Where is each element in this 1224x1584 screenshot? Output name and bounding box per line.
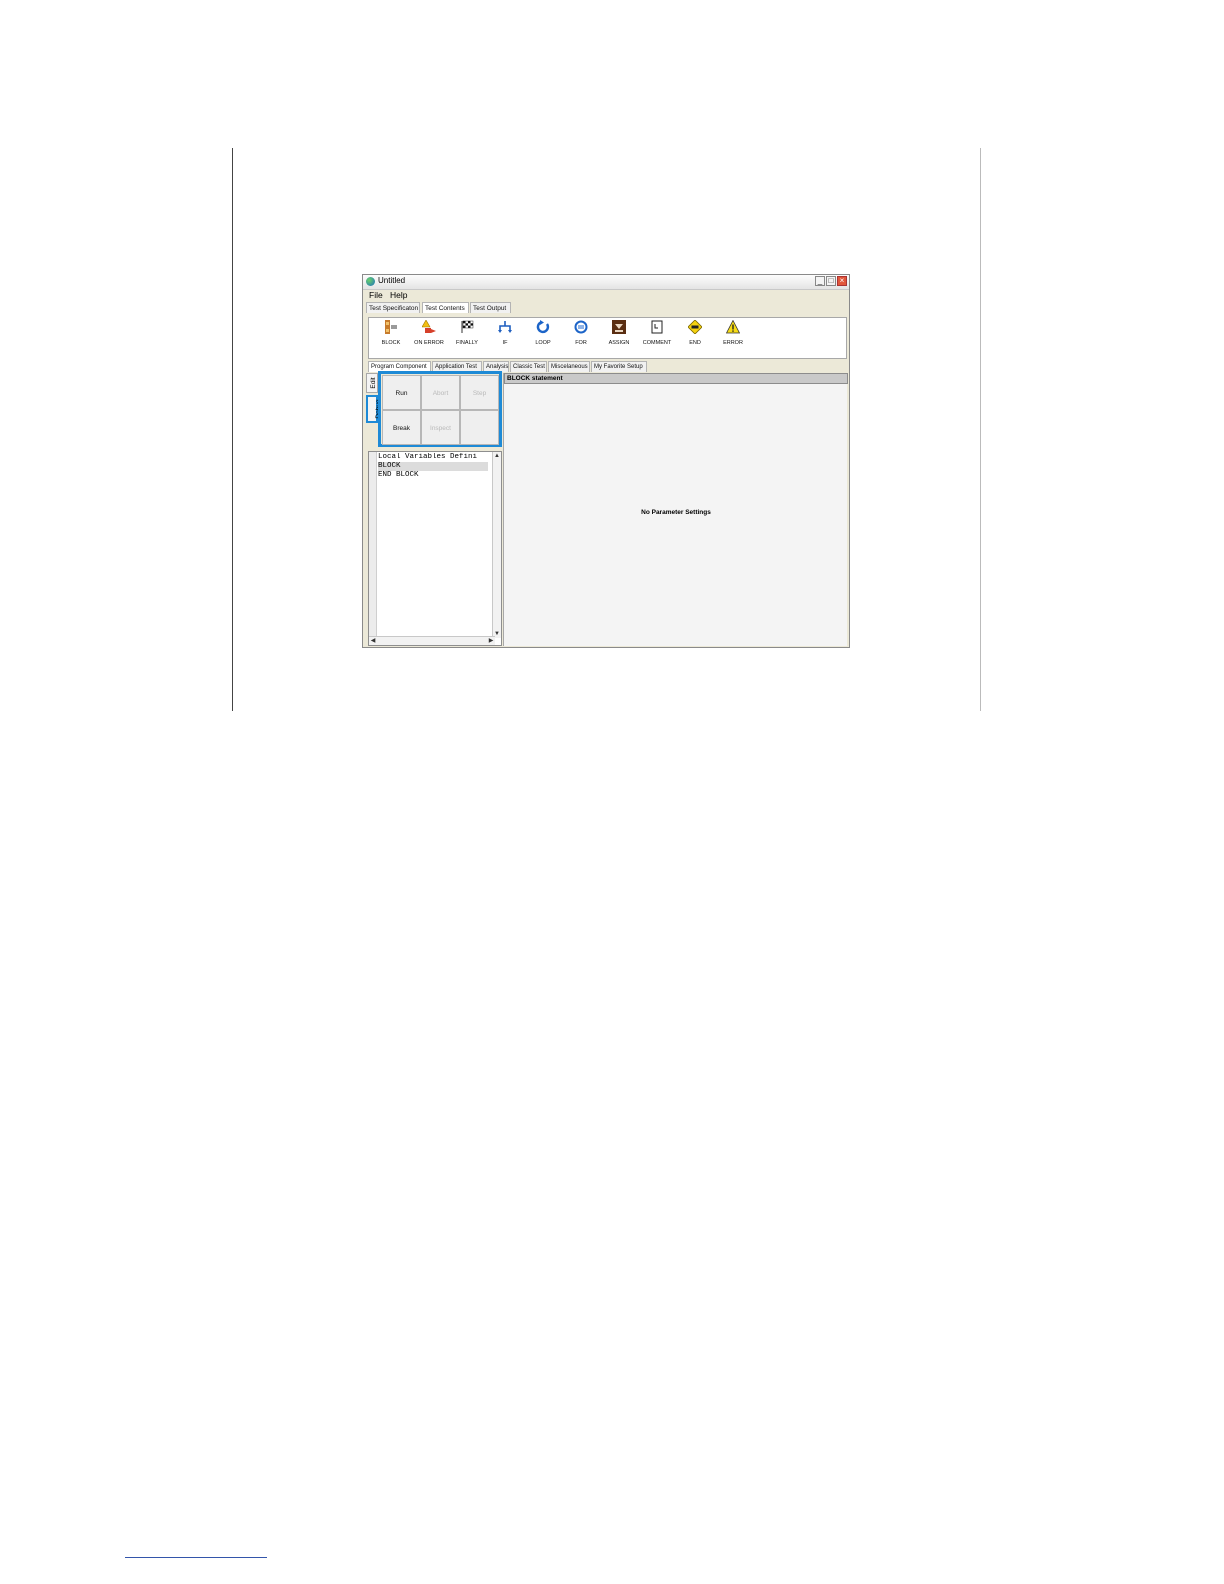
loop-icon [536, 320, 550, 334]
footnote-rule [125, 1557, 267, 1558]
tab-miscellaneous[interactable]: Miscelaneous [548, 361, 590, 372]
if-branch-icon [498, 320, 512, 334]
title-bar: Untitled _ □ × [363, 275, 849, 290]
toolbar-label: LOOP [535, 340, 551, 346]
horizontal-scrollbar[interactable]: ◀ ▶ [369, 636, 495, 645]
side-tab-edit[interactable]: Edit [366, 373, 378, 393]
toolbar-label: COMMENT [642, 340, 672, 346]
on-error-icon [421, 319, 436, 334]
tab-test-specification[interactable]: Test Specificaton [366, 302, 420, 313]
side-tab-label: Edit [370, 377, 378, 389]
tab-test-contents[interactable]: Test Contents [422, 302, 469, 313]
tab-classic-test[interactable]: Classic Test [510, 361, 547, 372]
toolbar-finally-button[interactable]: FINALLY [448, 320, 486, 346]
parameter-panel: BLOCK statement No Parameter Settings [503, 373, 848, 646]
close-button[interactable]: × [837, 276, 847, 286]
toolbar-label: IF [502, 340, 508, 346]
menu-file[interactable]: File [369, 290, 383, 300]
scroll-up-arrow-icon[interactable]: ▲ [493, 452, 501, 460]
code-line[interactable]: Local Variables Defini [378, 453, 488, 462]
toolbar-label: FOR [575, 340, 587, 346]
minimize-button[interactable]: _ [815, 276, 825, 286]
abort-button[interactable]: Abort [421, 375, 460, 410]
end-icon [687, 319, 703, 335]
for-icon [574, 320, 588, 334]
toolbar-label: BLOCK [381, 340, 401, 346]
program-code-editor[interactable]: Local Variables Defini BLOCK END BLOCK ▲… [368, 451, 502, 646]
tab-my-favorite-setup[interactable]: My Favorite Setup [591, 361, 647, 372]
toolbar-assign-button[interactable]: ASSIGN [600, 320, 638, 346]
toolbar-on-error-button[interactable]: ON ERROR [410, 319, 448, 346]
editor-gutter [369, 452, 377, 645]
code-line[interactable]: END BLOCK [378, 471, 488, 480]
code-lines: Local Variables Defini BLOCK END BLOCK [378, 453, 488, 480]
code-line-selected[interactable]: BLOCK [378, 462, 488, 471]
toolbar-label: ERROR [723, 340, 743, 346]
toolbar-for-button[interactable]: FOR [562, 320, 600, 346]
scroll-right-arrow-icon[interactable]: ▶ [487, 637, 495, 645]
page-margin-rule-right [980, 148, 981, 711]
toolbar-end-button[interactable]: END [676, 319, 714, 346]
comment-icon [650, 320, 664, 334]
page-margin-rule-left [232, 148, 233, 711]
app-globe-icon [366, 277, 375, 286]
scroll-left-arrow-icon[interactable]: ◀ [369, 637, 377, 645]
step-button[interactable]: Step [460, 375, 499, 410]
toolbar-label: ASSIGN [608, 340, 630, 346]
panel-header: BLOCK statement [504, 373, 848, 384]
vertical-scrollbar[interactable]: ▲ ▼ [492, 452, 501, 638]
menu-bar: File Help [363, 290, 849, 302]
tab-test-output[interactable]: Test Output [470, 302, 511, 313]
assign-icon [612, 320, 626, 334]
toolbar-error-button[interactable]: ERROR [714, 319, 752, 346]
toolbar-loop-button[interactable]: LOOP [524, 320, 562, 346]
finally-flag-icon [460, 320, 474, 334]
toolbar-comment-button[interactable]: COMMENT [638, 320, 676, 346]
maximize-button[interactable]: □ [826, 276, 836, 286]
toolbar-label: FINALLY [456, 340, 478, 346]
block-icon [384, 320, 398, 334]
menu-help[interactable]: Help [390, 290, 407, 300]
error-warning-icon [725, 319, 741, 334]
toolbar-label: ON ERROR [414, 340, 444, 346]
component-toolbar: BLOCK ON ERROR FINALLY IF LOOP FOR ASSIG… [368, 317, 847, 359]
run-button[interactable]: Run [382, 375, 421, 410]
app-window: Untitled _ □ × File Help Test Specificat… [362, 274, 850, 648]
side-tab-debug[interactable]: Debug [366, 395, 382, 423]
toolbar-label: END [689, 340, 701, 346]
debug-controls-panel: Run Abort Step Break Inspect [378, 371, 502, 447]
window-title: Untitled [378, 276, 406, 285]
no-parameters-message: No Parameter Settings [641, 509, 711, 516]
toolbar-block-button[interactable]: BLOCK [372, 320, 410, 346]
toolbar-if-button[interactable]: IF [486, 320, 524, 346]
inspect-button[interactable]: Inspect [421, 410, 460, 445]
empty-debug-slot [460, 410, 499, 445]
break-button[interactable]: Break [382, 410, 421, 445]
